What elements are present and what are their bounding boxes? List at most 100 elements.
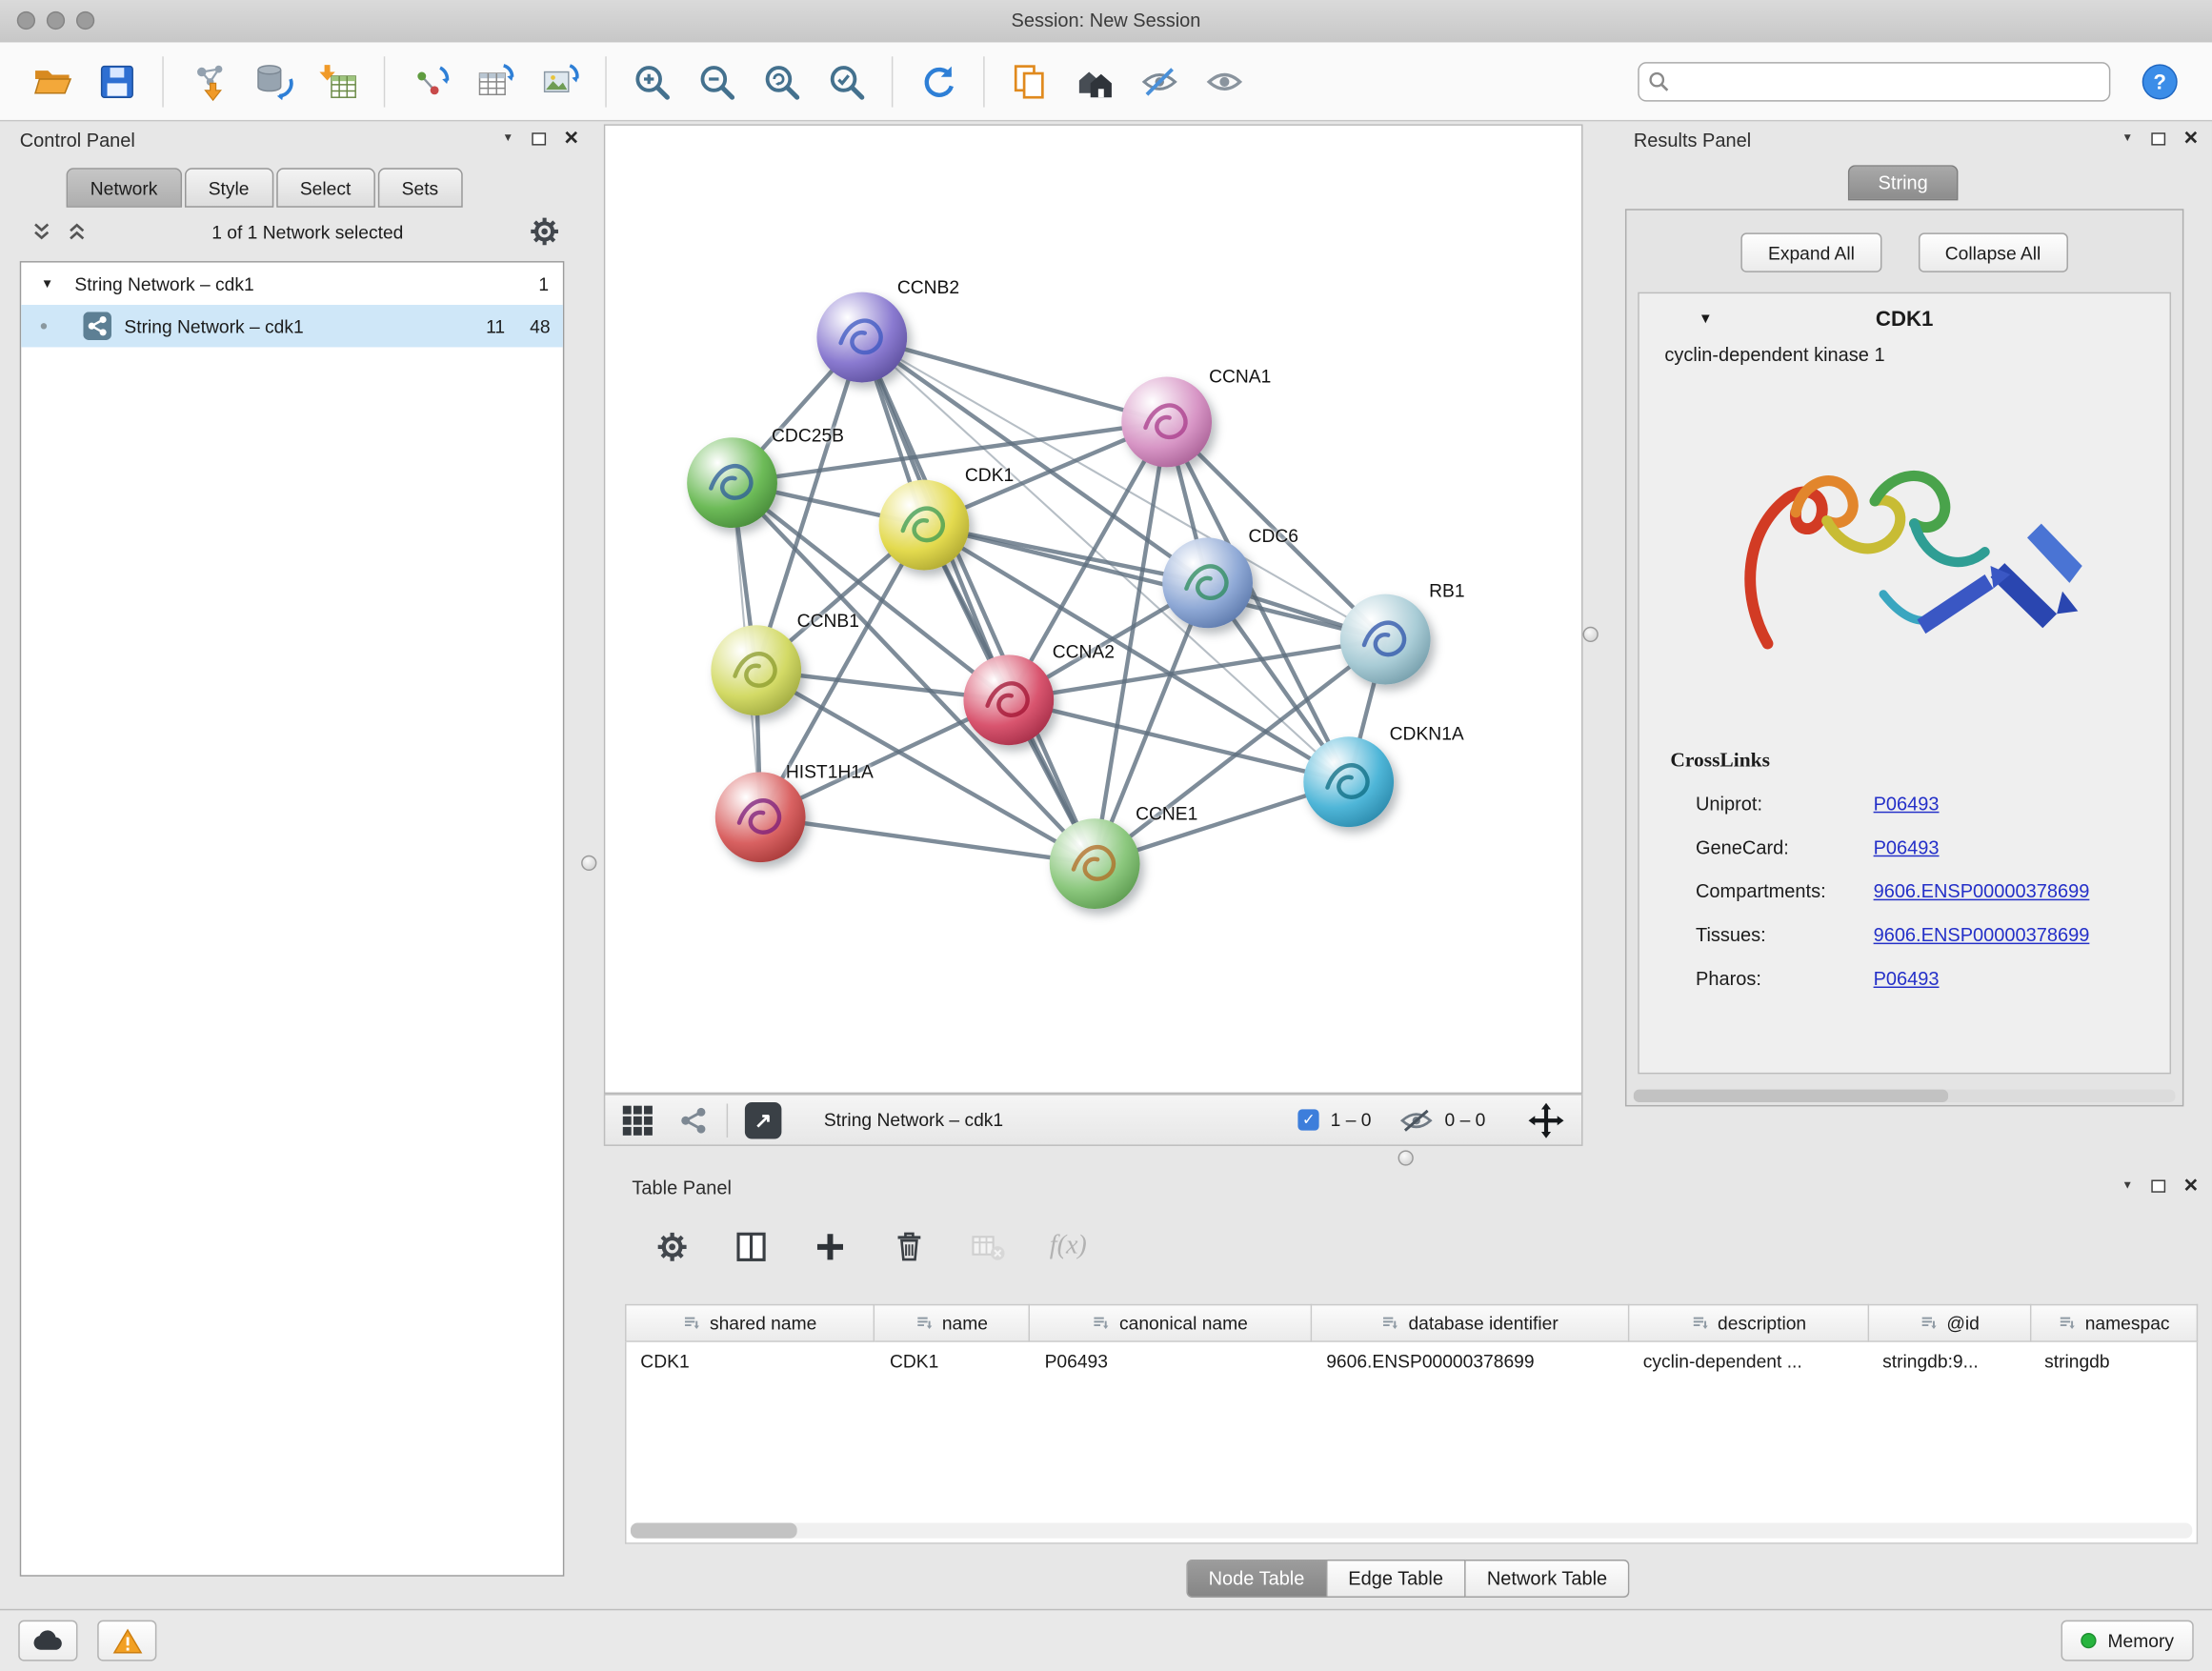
- tab-string[interactable]: String: [1848, 165, 1959, 200]
- network-node-ccna1[interactable]: [1121, 377, 1212, 468]
- network-canvas[interactable]: CCNB2CCNA1CDC25BCDK1CDC6RB1CCNB1CCNA2CDK…: [604, 124, 1583, 1094]
- maximize-window-icon[interactable]: [76, 11, 94, 30]
- network-edge[interactable]: [862, 337, 1095, 864]
- table-row[interactable]: CDK1CDK1P064939606.ENSP00000378699cyclin…: [627, 1342, 2197, 1380]
- new-table-icon[interactable]: [463, 50, 528, 112]
- import-table-icon[interactable]: [306, 50, 371, 112]
- collapse-all-icon[interactable]: [31, 220, 52, 243]
- network-node-ccnb1[interactable]: [711, 625, 801, 715]
- network-edge[interactable]: [760, 817, 1095, 864]
- right-splitter-handle[interactable]: [1583, 627, 1599, 642]
- table-cell[interactable]: cyclin-dependent ...: [1629, 1351, 1868, 1372]
- refresh-icon[interactable]: [906, 50, 971, 112]
- network-node-ccnb2[interactable]: [816, 292, 907, 383]
- column-header-namespac[interactable]: namespac: [2031, 1304, 2198, 1342]
- panel-menu-icon[interactable]: ▼: [2122, 132, 2133, 144]
- export-image-icon[interactable]: [528, 50, 593, 112]
- zoom-fit-icon[interactable]: [749, 50, 814, 112]
- zoom-out-icon[interactable]: [684, 50, 749, 112]
- network-node-rb1[interactable]: [1340, 594, 1431, 685]
- cloud-status-button[interactable]: [18, 1621, 77, 1661]
- column-header-name[interactable]: name: [875, 1304, 1030, 1342]
- results-scrollbar[interactable]: [1634, 1090, 2176, 1102]
- import-network-from-database-icon[interactable]: [241, 50, 306, 112]
- expand-all-icon[interactable]: [67, 220, 88, 243]
- open-session-icon[interactable]: [20, 50, 85, 112]
- tab-style[interactable]: Style: [185, 168, 273, 207]
- search-input[interactable]: [1638, 61, 2110, 100]
- network-node-cdkn1a[interactable]: [1303, 736, 1394, 827]
- panel-float-icon[interactable]: [532, 132, 546, 145]
- table-cell[interactable]: CDK1: [627, 1351, 876, 1372]
- table-cell[interactable]: stringdb:9...: [1868, 1351, 2030, 1372]
- warning-status-button[interactable]: [97, 1621, 156, 1661]
- help-icon[interactable]: ?: [2127, 50, 2192, 112]
- close-window-icon[interactable]: [17, 11, 35, 30]
- column-header--id[interactable]: @id: [1869, 1304, 2031, 1342]
- panel-menu-icon[interactable]: ▼: [2122, 1179, 2133, 1191]
- memory-button[interactable]: Memory: [2061, 1621, 2194, 1661]
- column-header-canonical-name[interactable]: canonical name: [1030, 1304, 1312, 1342]
- tab-node-table[interactable]: Node Table: [1186, 1560, 1327, 1598]
- column-header-description[interactable]: description: [1629, 1304, 1869, 1342]
- zoom-in-icon[interactable]: [619, 50, 684, 112]
- tab-edge-table[interactable]: Edge Table: [1327, 1560, 1466, 1598]
- collapse-all-button[interactable]: Collapse All: [1919, 232, 2068, 272]
- expand-all-button[interactable]: Expand All: [1741, 232, 1881, 272]
- table-cell[interactable]: 9606.ENSP00000378699: [1312, 1351, 1629, 1372]
- network-node-cdc25b[interactable]: [687, 437, 777, 528]
- open-in-new-window-button[interactable]: ↗: [745, 1101, 782, 1138]
- network-node-hist1h1a[interactable]: [715, 772, 806, 862]
- panel-float-icon[interactable]: [2151, 132, 2165, 145]
- save-session-icon[interactable]: [85, 50, 150, 112]
- table-cell[interactable]: CDK1: [875, 1351, 1031, 1372]
- crosslink-link[interactable]: P06493: [1874, 794, 1940, 815]
- panel-menu-icon[interactable]: ▼: [502, 132, 513, 144]
- network-node-cdc6[interactable]: [1162, 537, 1253, 628]
- hide-annotations-icon[interactable]: [1127, 50, 1192, 112]
- new-network-icon[interactable]: [398, 50, 463, 112]
- table-cell[interactable]: stringdb: [2030, 1351, 2196, 1372]
- network-edge[interactable]: [924, 525, 1385, 639]
- grid-view-icon[interactable]: [622, 1104, 654, 1136]
- pan-move-icon[interactable]: [1528, 1101, 1565, 1138]
- home-networks-icon[interactable]: [1062, 50, 1127, 112]
- crosslink-link[interactable]: 9606.ENSP00000378699: [1874, 924, 2090, 945]
- network-row[interactable]: ● String Network – cdk1 11 48: [21, 305, 563, 347]
- hidden-elements-icon[interactable]: [1399, 1107, 1434, 1133]
- crosslink-link[interactable]: 9606.ENSP00000378699: [1874, 880, 2090, 901]
- tab-sets[interactable]: Sets: [377, 168, 462, 207]
- show-columns-icon[interactable]: [734, 1229, 769, 1264]
- minimize-window-icon[interactable]: [47, 11, 65, 30]
- crosslink-link[interactable]: P06493: [1874, 836, 1940, 857]
- left-splitter-handle[interactable]: [581, 856, 596, 871]
- copy-document-icon[interactable]: [997, 50, 1062, 112]
- import-network-icon[interactable]: [176, 50, 241, 112]
- column-header-shared-name[interactable]: shared name: [625, 1304, 875, 1342]
- crosslink-link[interactable]: P06493: [1874, 968, 1940, 989]
- selected-nodes-checkbox[interactable]: ✓: [1298, 1109, 1319, 1130]
- show-graphics-icon[interactable]: [1192, 50, 1257, 112]
- network-share-icon[interactable]: [678, 1104, 710, 1136]
- add-column-icon[interactable]: [813, 1229, 848, 1264]
- network-node-ccne1[interactable]: [1050, 818, 1140, 909]
- table-scrollbar[interactable]: [631, 1522, 2192, 1538]
- horizontal-splitter-handle[interactable]: [1398, 1150, 1414, 1165]
- panel-float-icon[interactable]: [2151, 1179, 2165, 1192]
- network-node-ccna2[interactable]: [963, 654, 1054, 745]
- section-disclosure-icon[interactable]: ▼: [1699, 312, 1713, 327]
- delete-column-icon[interactable]: [892, 1229, 927, 1264]
- panel-close-icon[interactable]: ×: [564, 129, 578, 149]
- tab-select[interactable]: Select: [276, 168, 375, 207]
- network-node-cdk1[interactable]: [879, 480, 970, 571]
- panel-close-icon[interactable]: ×: [2183, 129, 2198, 149]
- table-settings-gear-icon[interactable]: [654, 1229, 690, 1264]
- panel-close-icon[interactable]: ×: [2183, 1176, 2198, 1196]
- tree-disclosure-icon[interactable]: ▼: [41, 276, 53, 291]
- network-options-gear-icon[interactable]: [528, 214, 562, 249]
- tab-network[interactable]: Network: [67, 168, 182, 207]
- table-cell[interactable]: P06493: [1031, 1351, 1313, 1372]
- network-collection-row[interactable]: ▼ String Network – cdk1 1: [21, 263, 563, 305]
- tab-network-table[interactable]: Network Table: [1466, 1560, 1630, 1598]
- column-header-database-identifier[interactable]: database identifier: [1312, 1304, 1629, 1342]
